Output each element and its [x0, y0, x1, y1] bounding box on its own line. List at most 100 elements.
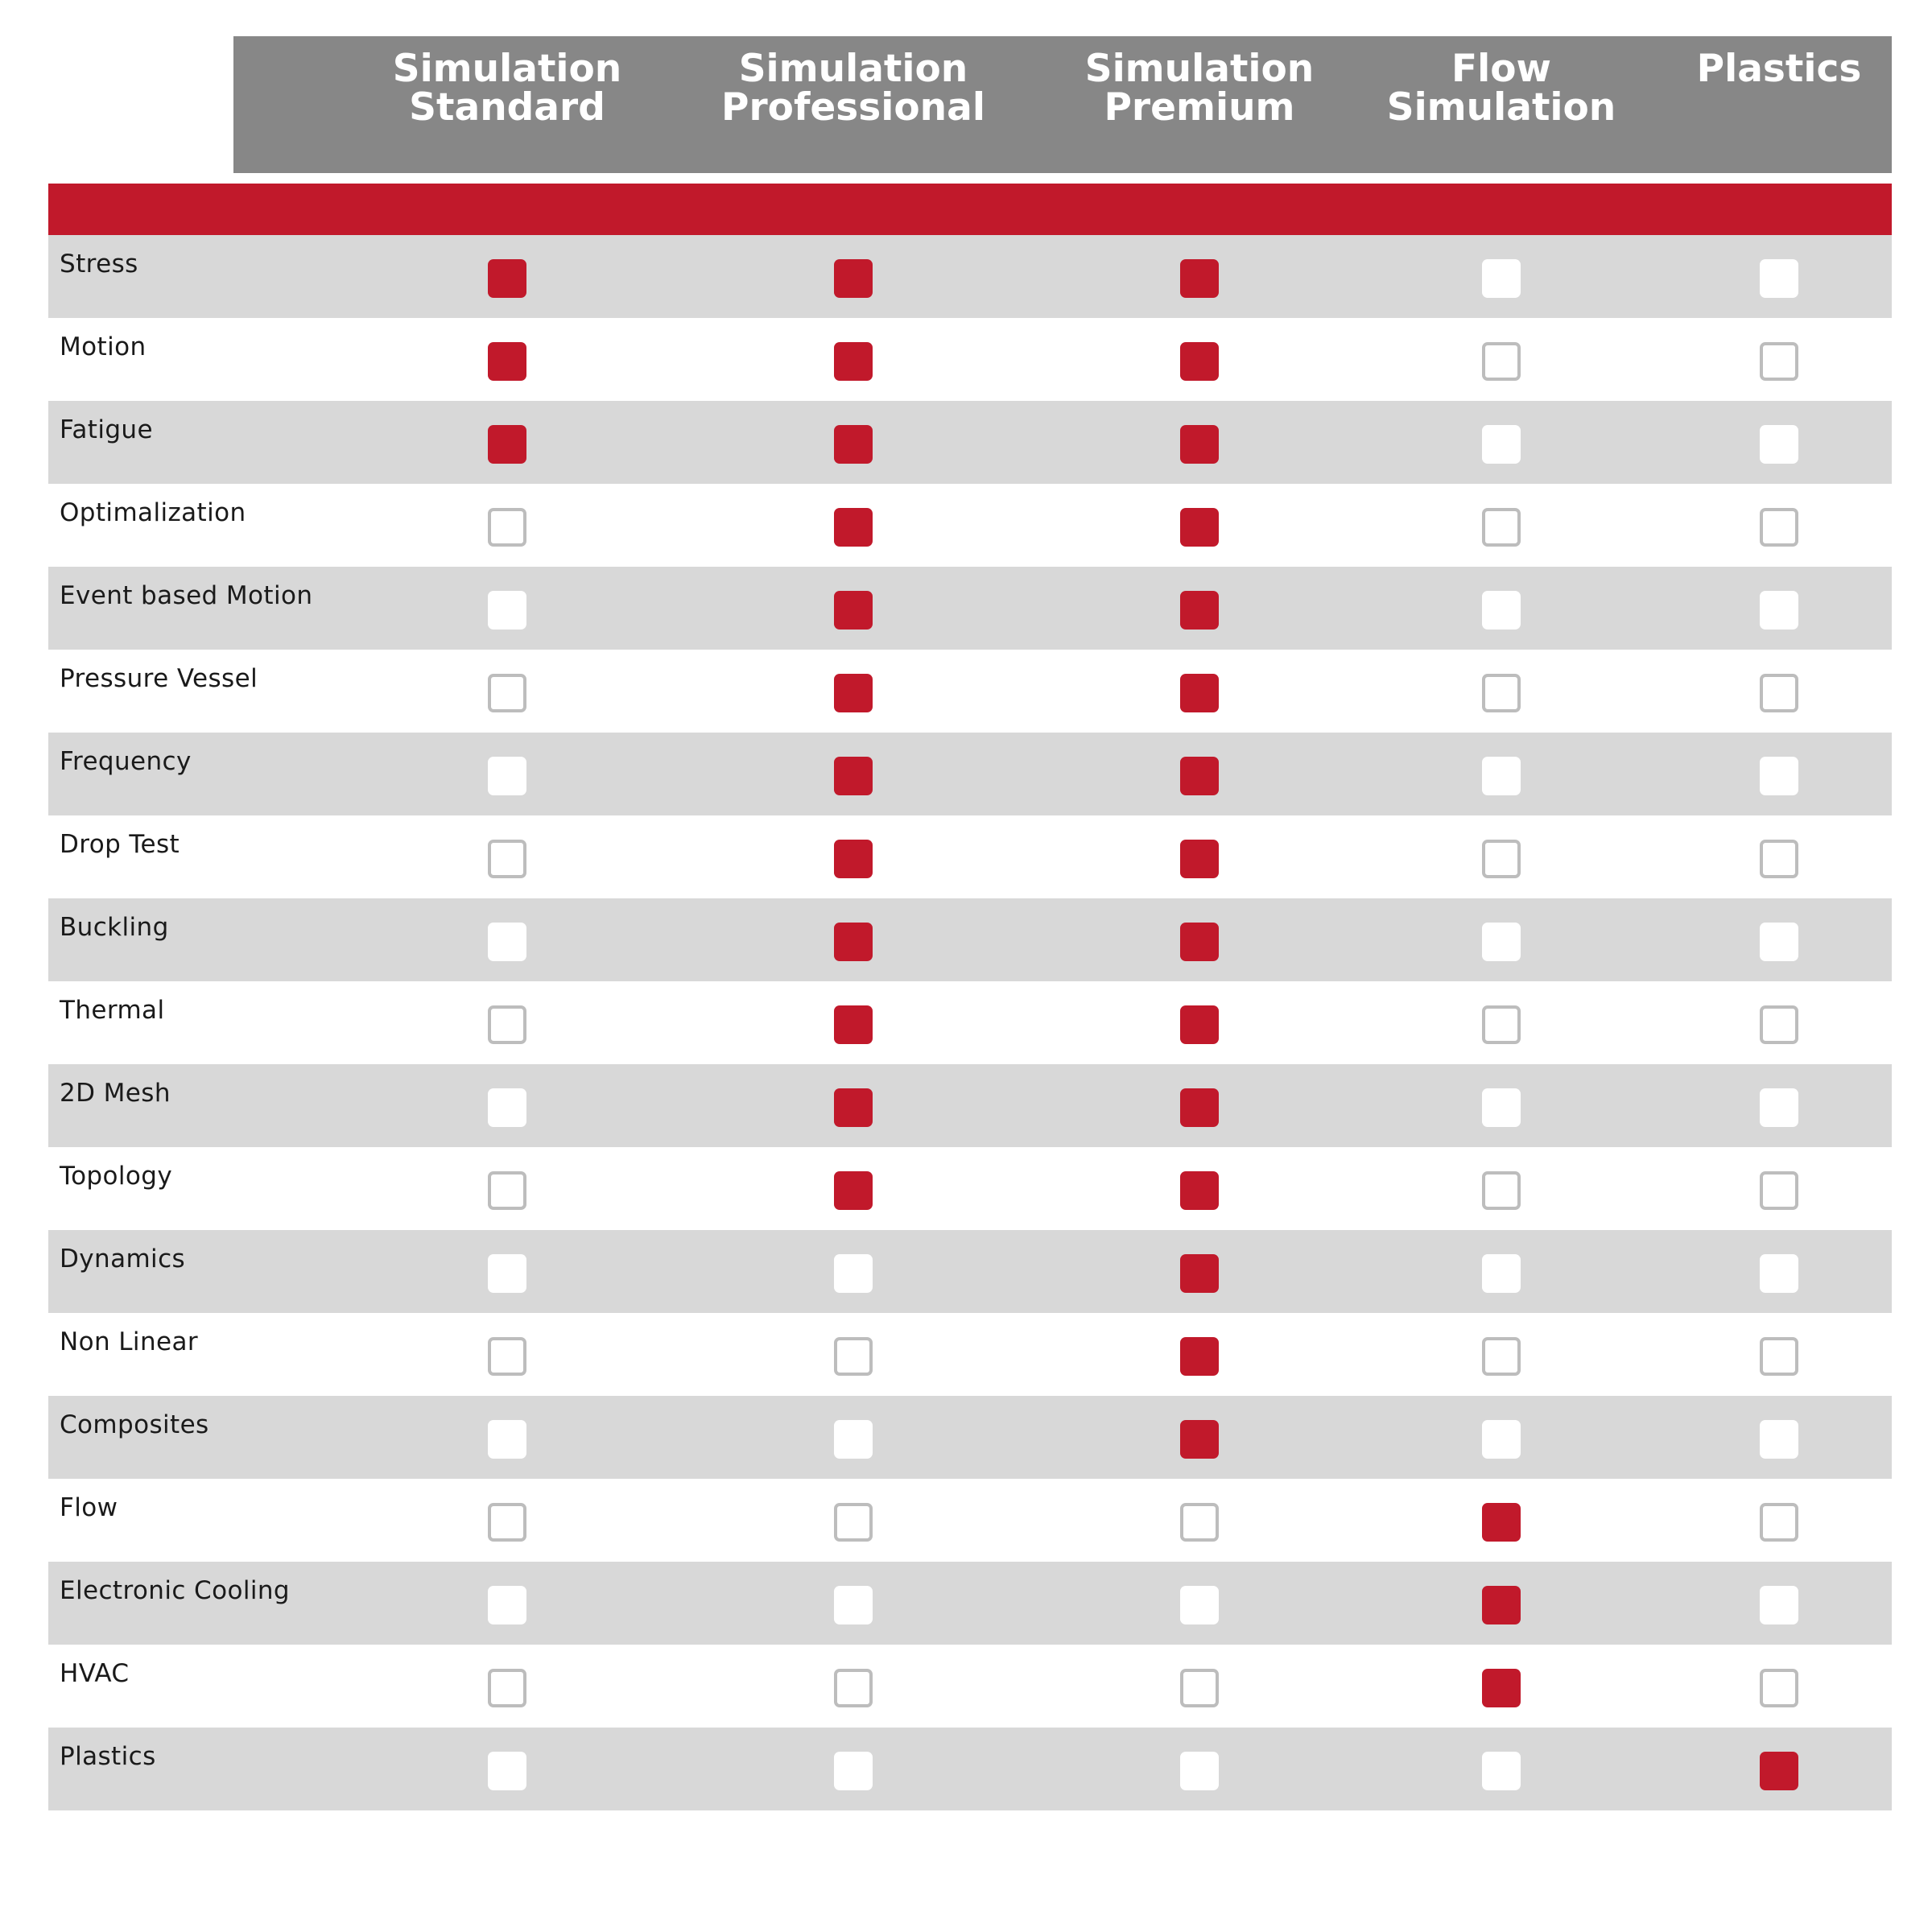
- cell-pressure-vessel-plastics[interactable]: [1760, 674, 1798, 712]
- cell-dynamics-flow-simulation[interactable]: [1482, 1254, 1521, 1293]
- cell-2d-mesh-simulation-professional[interactable]: [834, 1088, 873, 1127]
- cell-event-based-motion-simulation-premium[interactable]: [1180, 591, 1219, 630]
- cell-2d-mesh-flow-simulation[interactable]: [1482, 1088, 1521, 1127]
- cell-non-linear-simulation-standard[interactable]: [488, 1337, 526, 1376]
- cell-plastics-simulation-premium[interactable]: [1180, 1752, 1219, 1790]
- cell-electronic-cooling-simulation-professional[interactable]: [834, 1586, 873, 1624]
- cell-topology-plastics[interactable]: [1760, 1171, 1798, 1210]
- cell-flow-simulation-professional[interactable]: [834, 1503, 873, 1542]
- cell-plastics-simulation-standard[interactable]: [488, 1752, 526, 1790]
- cell-non-linear-simulation-professional[interactable]: [834, 1337, 873, 1376]
- cell-hvac-simulation-premium[interactable]: [1180, 1669, 1219, 1707]
- cell-composites-simulation-standard[interactable]: [488, 1420, 526, 1459]
- cell-2d-mesh-plastics[interactable]: [1760, 1088, 1798, 1127]
- cell-motion-simulation-standard[interactable]: [488, 342, 526, 381]
- cell-plastics-plastics[interactable]: [1760, 1752, 1798, 1790]
- cell-composites-simulation-professional[interactable]: [834, 1420, 873, 1459]
- column-header-simulation-professional[interactable]: Simulation Professional: [721, 49, 985, 128]
- cell-optimalization-simulation-premium[interactable]: [1180, 508, 1219, 547]
- cell-plastics-simulation-professional[interactable]: [834, 1752, 873, 1790]
- cell-non-linear-plastics[interactable]: [1760, 1337, 1798, 1376]
- cell-frequency-simulation-premium[interactable]: [1180, 757, 1219, 795]
- cell-optimalization-flow-simulation[interactable]: [1482, 508, 1521, 547]
- cell-dynamics-simulation-premium[interactable]: [1180, 1254, 1219, 1293]
- column-header-simulation-standard[interactable]: Simulation Standard: [393, 49, 622, 128]
- cell-topology-flow-simulation[interactable]: [1482, 1171, 1521, 1210]
- cell-flow-simulation-premium[interactable]: [1180, 1503, 1219, 1542]
- cell-motion-flow-simulation[interactable]: [1482, 342, 1521, 381]
- cell-buckling-simulation-professional[interactable]: [834, 923, 873, 961]
- cell-2d-mesh-simulation-standard[interactable]: [488, 1088, 526, 1127]
- cell-dynamics-plastics[interactable]: [1760, 1254, 1798, 1293]
- cell-frequency-simulation-standard[interactable]: [488, 757, 526, 795]
- cell-stress-flow-simulation[interactable]: [1482, 259, 1521, 298]
- cell-thermal-simulation-standard[interactable]: [488, 1005, 526, 1044]
- cell-event-based-motion-simulation-standard[interactable]: [488, 591, 526, 630]
- cell-non-linear-flow-simulation[interactable]: [1482, 1337, 1521, 1376]
- cell-frequency-simulation-professional[interactable]: [834, 757, 873, 795]
- cell-stress-simulation-premium[interactable]: [1180, 259, 1219, 298]
- cell-dynamics-simulation-standard[interactable]: [488, 1254, 526, 1293]
- cell-drop-test-simulation-professional[interactable]: [834, 840, 873, 878]
- cell-event-based-motion-simulation-professional[interactable]: [834, 591, 873, 630]
- cell-electronic-cooling-simulation-standard[interactable]: [488, 1586, 526, 1624]
- cell-pressure-vessel-simulation-premium[interactable]: [1180, 674, 1219, 712]
- cell-motion-simulation-professional[interactable]: [834, 342, 873, 381]
- cell-fatigue-simulation-standard[interactable]: [488, 425, 526, 464]
- cell-pressure-vessel-simulation-standard[interactable]: [488, 674, 526, 712]
- cell-stress-simulation-standard[interactable]: [488, 259, 526, 298]
- cell-non-linear-simulation-premium[interactable]: [1180, 1337, 1219, 1376]
- cell-fatigue-flow-simulation[interactable]: [1482, 425, 1521, 464]
- cell-topology-simulation-professional[interactable]: [834, 1171, 873, 1210]
- cell-thermal-simulation-premium[interactable]: [1180, 1005, 1219, 1044]
- cell-buckling-simulation-premium[interactable]: [1180, 923, 1219, 961]
- cell-hvac-simulation-professional[interactable]: [834, 1669, 873, 1707]
- cell-buckling-flow-simulation[interactable]: [1482, 923, 1521, 961]
- cell-event-based-motion-flow-simulation[interactable]: [1482, 591, 1521, 630]
- cell-flow-plastics[interactable]: [1760, 1503, 1798, 1542]
- cell-topology-simulation-premium[interactable]: [1180, 1171, 1219, 1210]
- cell-pressure-vessel-flow-simulation[interactable]: [1482, 674, 1521, 712]
- cell-hvac-flow-simulation[interactable]: [1482, 1669, 1521, 1707]
- cell-fatigue-simulation-premium[interactable]: [1180, 425, 1219, 464]
- cell-optimalization-plastics[interactable]: [1760, 508, 1798, 547]
- cell-motion-plastics[interactable]: [1760, 342, 1798, 381]
- cell-thermal-flow-simulation[interactable]: [1482, 1005, 1521, 1044]
- cell-2d-mesh-simulation-premium[interactable]: [1180, 1088, 1219, 1127]
- cell-buckling-simulation-standard[interactable]: [488, 923, 526, 961]
- cell-thermal-simulation-professional[interactable]: [834, 1005, 873, 1044]
- cell-thermal-plastics[interactable]: [1760, 1005, 1798, 1044]
- cell-hvac-plastics[interactable]: [1760, 1669, 1798, 1707]
- cell-flow-simulation-standard[interactable]: [488, 1503, 526, 1542]
- cell-flow-flow-simulation[interactable]: [1482, 1503, 1521, 1542]
- cell-electronic-cooling-plastics[interactable]: [1760, 1586, 1798, 1624]
- cell-composites-simulation-premium[interactable]: [1180, 1420, 1219, 1459]
- cell-electronic-cooling-simulation-premium[interactable]: [1180, 1586, 1219, 1624]
- cell-drop-test-simulation-premium[interactable]: [1180, 840, 1219, 878]
- cell-composites-plastics[interactable]: [1760, 1420, 1798, 1459]
- column-header-plastics[interactable]: Plastics: [1697, 49, 1862, 89]
- cell-topology-simulation-standard[interactable]: [488, 1171, 526, 1210]
- cell-dynamics-simulation-professional[interactable]: [834, 1254, 873, 1293]
- cell-stress-plastics[interactable]: [1760, 259, 1798, 298]
- cell-optimalization-simulation-professional[interactable]: [834, 508, 873, 547]
- cell-buckling-plastics[interactable]: [1760, 923, 1798, 961]
- cell-drop-test-simulation-standard[interactable]: [488, 840, 526, 878]
- cell-drop-test-plastics[interactable]: [1760, 840, 1798, 878]
- cell-electronic-cooling-flow-simulation[interactable]: [1482, 1586, 1521, 1624]
- cell-optimalization-simulation-standard[interactable]: [488, 508, 526, 547]
- cell-fatigue-plastics[interactable]: [1760, 425, 1798, 464]
- cell-stress-simulation-professional[interactable]: [834, 259, 873, 298]
- cell-hvac-simulation-standard[interactable]: [488, 1669, 526, 1707]
- column-header-flow-simulation[interactable]: Flow Simulation: [1387, 49, 1616, 128]
- cell-event-based-motion-plastics[interactable]: [1760, 591, 1798, 630]
- cell-motion-simulation-premium[interactable]: [1180, 342, 1219, 381]
- cell-frequency-plastics[interactable]: [1760, 757, 1798, 795]
- cell-fatigue-simulation-professional[interactable]: [834, 425, 873, 464]
- cell-pressure-vessel-simulation-professional[interactable]: [834, 674, 873, 712]
- cell-drop-test-flow-simulation[interactable]: [1482, 840, 1521, 878]
- cell-composites-flow-simulation[interactable]: [1482, 1420, 1521, 1459]
- cell-plastics-flow-simulation[interactable]: [1482, 1752, 1521, 1790]
- column-header-simulation-premium[interactable]: Simulation Premium: [1085, 49, 1315, 128]
- cell-frequency-flow-simulation[interactable]: [1482, 757, 1521, 795]
